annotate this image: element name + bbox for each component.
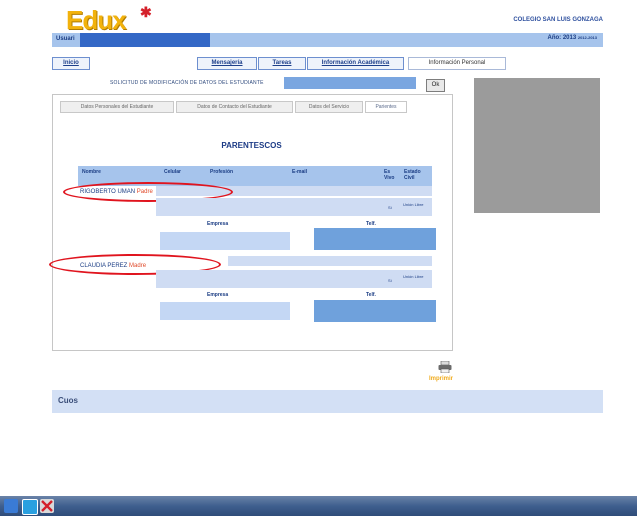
row2-data-strip [228, 256, 432, 266]
ie-icon[interactable] [22, 499, 38, 515]
subtab-datos-contacto[interactable]: Datos de Contacto del Estudiante [176, 101, 293, 113]
start-icon[interactable] [4, 499, 18, 513]
footer-bar: Cuos [52, 390, 603, 413]
print-label[interactable]: Imprimir [429, 376, 453, 382]
row2-empresa-field[interactable] [160, 302, 290, 320]
col-vive: Es Vivo [384, 169, 395, 181]
row1-telefono-label: Telf. [366, 221, 376, 227]
main-nav: Inicio Mensajería Tareas Información Aca… [52, 57, 506, 70]
app-icon[interactable] [40, 499, 54, 513]
user-label: Usuari [56, 36, 75, 42]
row1-telefono-field[interactable] [314, 228, 436, 250]
subtab-parientes[interactable]: Parientes [365, 101, 407, 113]
modification-request-label: SOLICITUD DE MODIFICACIÓN DE DATOS DEL E… [110, 80, 264, 86]
row1-estado-value: Unión Libre [403, 202, 424, 207]
nav-tareas[interactable]: Tareas [258, 57, 306, 70]
col-profesion: Profesión [210, 169, 234, 175]
subtab-datos-servicio[interactable]: Datos del Servicio [295, 101, 363, 113]
nav-informacion-academica[interactable]: Información Académica [307, 57, 404, 70]
nav-informacion-personal[interactable]: Información Personal [408, 57, 506, 70]
col-celular: Celular [164, 169, 181, 175]
year-value: 2012-2013 [577, 35, 597, 40]
col-estado-civil: Estado Civil [404, 169, 421, 181]
student-photo-placeholder [474, 78, 600, 213]
row2-telefono-label: Telf. [366, 292, 376, 298]
nav-mensajeria[interactable]: Mensajería [197, 57, 257, 70]
row2-empresa-label: Empresa [207, 292, 229, 298]
section-title: PARENTESCOS [221, 141, 282, 150]
printer-icon[interactable] [438, 360, 452, 374]
edux-logo: Edux [66, 5, 127, 35]
col-nombre: Nombre [82, 169, 101, 175]
user-name-field [80, 33, 210, 47]
row2-estado-value: Unión Libre [403, 274, 424, 279]
modification-request-field[interactable] [284, 77, 416, 89]
windows-taskbar [0, 496, 637, 516]
row2-telefono-field[interactable] [314, 300, 436, 322]
row1-empresa-label: Empresa [207, 221, 229, 227]
top-bar: Usuari Año: 2013 2012-2013 [52, 33, 603, 47]
col-email: E-mail [292, 169, 308, 175]
row1-empresa-field[interactable] [160, 232, 290, 250]
ok-button[interactable]: Ok [426, 79, 445, 92]
footer-logo: Cuos [58, 396, 78, 405]
nav-inicio[interactable]: Inicio [52, 57, 90, 70]
school-year: Año: 2013 2012-2013 [548, 35, 598, 41]
subtab-datos-personales[interactable]: Datos Personales del Estudiante [60, 101, 174, 113]
year-label: Año: 2013 [547, 35, 577, 41]
school-name: COLEGIO SAN LUIS GONZAGA [513, 17, 603, 23]
row2-vive-value: Sí [388, 278, 392, 283]
logo-star-icon: ✱ [140, 4, 152, 20]
row1-vive-value: Sí [388, 205, 392, 210]
